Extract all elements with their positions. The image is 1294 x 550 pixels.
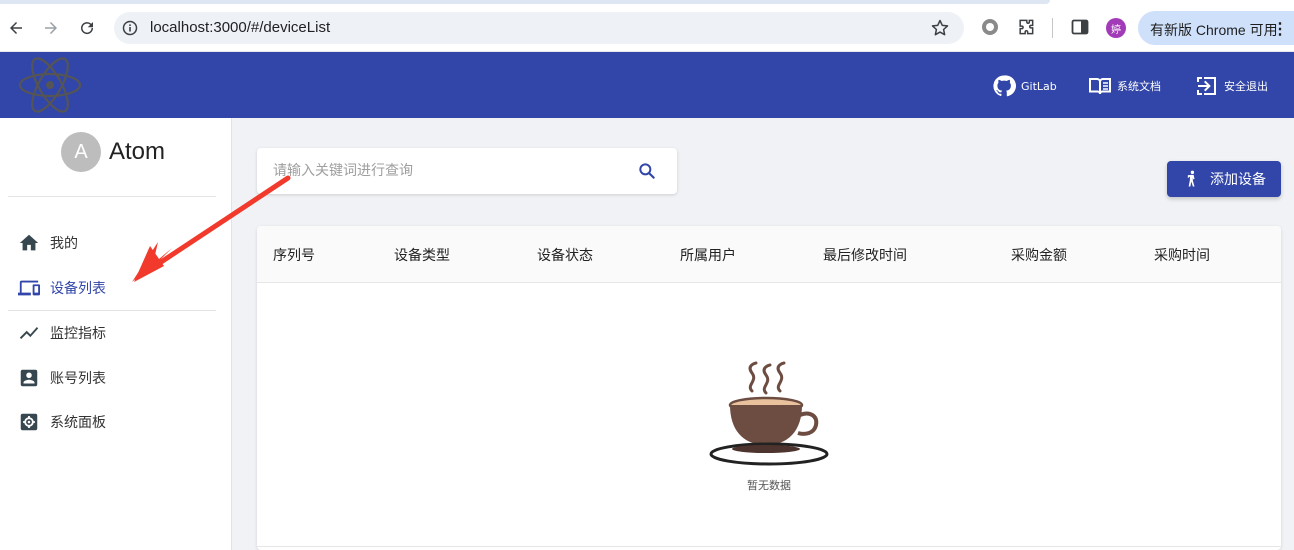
coffee-cup-icon [709,361,829,466]
github-icon [993,75,1016,97]
sidebar-item-label: 我的 [50,236,78,252]
sidebar-item-mine[interactable]: 我的 [8,223,216,263]
extensions-puzzle-icon[interactable] [1016,17,1036,37]
devices-icon [18,277,40,299]
app-header: GitLab 系统文档 安全退出 [0,52,1294,118]
book-icon [1089,78,1111,95]
extension-record-icon[interactable] [980,17,1000,37]
sidebar-divider [8,310,216,311]
user-profile[interactable]: A Atom [61,132,165,172]
home-icon [18,232,40,254]
docs-link[interactable]: 系统文档 [1088,74,1161,98]
sidebar-item-label: 设备列表 [50,281,106,297]
back-icon[interactable] [3,15,29,41]
gitlab-link[interactable]: GitLab [992,74,1057,98]
address-bar[interactable]: localhost:3000/#/deviceList [114,12,964,44]
sidebar-item-monitor[interactable]: 监控指标 [8,313,216,353]
column-header[interactable]: 采购时间 [1154,245,1210,265]
avatar[interactable]: A [61,132,101,172]
sidebar-item-accounts[interactable]: 账号列表 [8,358,216,398]
empty-state: 暂无数据 [697,361,841,493]
column-header[interactable]: 最后修改时间 [823,245,907,265]
table-footer-divider [257,546,1281,547]
chrome-update-label: 有新版 Chrome 可用 [1150,22,1278,38]
browser-toolbar: localhost:3000/#/deviceList 婷 有新版 Chrome… [0,0,1294,52]
more-vert-icon[interactable]: ⋮ [1272,19,1288,39]
side-panel-icon[interactable] [1070,17,1090,37]
settings-icon [18,411,40,433]
profile-avatar[interactable]: 婷 [1106,18,1126,38]
logout-link[interactable]: 安全退出 [1195,74,1268,98]
logout-label: 安全退出 [1224,80,1268,93]
sidebar-item-label: 账号列表 [50,371,106,387]
site-info-icon[interactable] [122,20,138,36]
device-table: 序列号 设备类型 设备状态 所属用户 最后修改时间 采购金额 采购时间 暂无数据 [257,226,1281,550]
url-text[interactable]: localhost:3000/#/deviceList [150,19,330,36]
forward-icon[interactable] [38,15,64,41]
logout-icon [1197,77,1216,95]
trend-icon [18,322,40,344]
search-input[interactable] [273,160,623,182]
column-header[interactable]: 设备状态 [537,245,593,265]
user-name: Atom [109,138,166,165]
add-device-button[interactable]: 添加设备 [1167,161,1281,197]
column-header[interactable]: 所属用户 [680,245,736,265]
sidebar-item-label: 监控指标 [50,326,106,342]
column-header[interactable]: 序列号 [273,245,315,265]
sidebar-item-label: 系统面板 [50,415,106,431]
column-header[interactable]: 采购金额 [1011,245,1067,265]
account-box-icon [18,367,40,389]
chrome-update-button[interactable]: 有新版 Chrome 可用 ⋮ [1138,11,1294,45]
reload-icon[interactable] [74,15,100,41]
table-header: 序列号 设备类型 设备状态 所属用户 最后修改时间 采购金额 采购时间 [257,226,1281,283]
person-add-icon [1187,170,1195,187]
search-icon[interactable] [637,161,657,181]
sidebar-divider [8,196,216,197]
atom-logo-icon[interactable] [16,52,84,118]
add-device-label: 添加设备 [1210,172,1266,188]
sidebar-item-device-list[interactable]: 设备列表 [8,268,216,308]
bookmark-star-icon[interactable] [930,18,950,38]
docs-label: 系统文档 [1117,80,1161,93]
column-header[interactable]: 设备类型 [394,245,450,265]
toolbar-divider [1052,18,1053,38]
tab-strip-edge [0,0,1050,4]
sidebar: A Atom 我的 设备列表 监控指标 账号列表 系统面板 [0,118,232,550]
empty-text: 暂无数据 [747,479,791,492]
sidebar-item-system-panel[interactable]: 系统面板 [8,402,216,442]
gitlab-label: GitLab [1021,79,1057,93]
search-box [257,148,677,194]
